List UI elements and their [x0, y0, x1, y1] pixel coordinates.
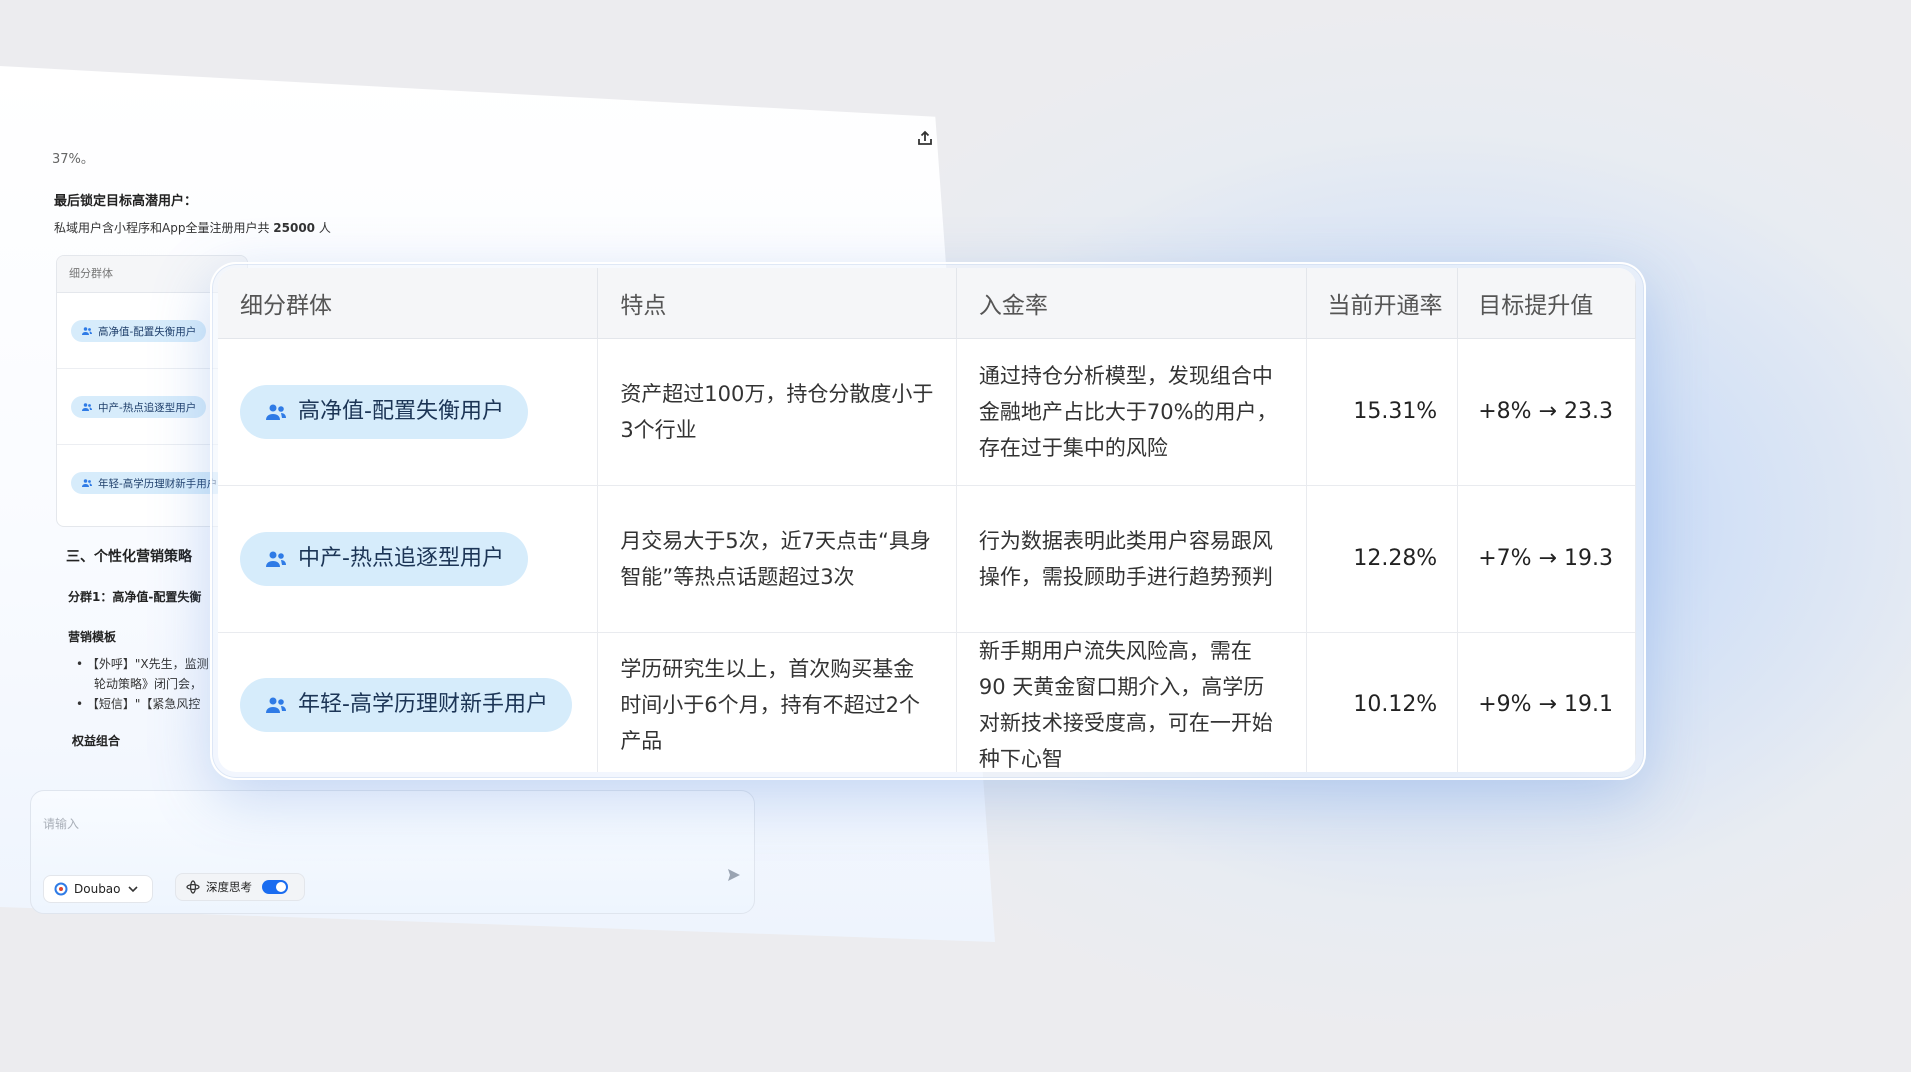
- group-cell: 年轻-高学历理财新手用户: [218, 632, 599, 772]
- chat-input[interactable]: 请输入 Doubao 深度思考: [30, 790, 755, 914]
- users-icon: [82, 327, 92, 335]
- list-item: • 【短信】"【紧急风控: [76, 697, 201, 711]
- doubao-logo-icon: [54, 882, 68, 896]
- group-tag[interactable]: 中产-热点追逐型用户: [240, 532, 528, 586]
- users-icon: [266, 697, 286, 713]
- list-item: • 【外呼】"X先生，监测: [76, 657, 209, 671]
- group-cell: 中产-热点追逐型用户: [218, 485, 599, 633]
- group-name: 中产-热点追逐型用户: [298, 546, 504, 571]
- group-tag[interactable]: 中产-热点追逐型用户: [71, 396, 207, 418]
- group-tag[interactable]: 年轻-高学历理财新手用户: [240, 678, 572, 732]
- template-label: 营销模板: [68, 630, 117, 644]
- col-header-group: 细分群体: [218, 268, 599, 339]
- users-icon: [82, 403, 92, 411]
- target-heading: 最后锁定目标高潜用户：: [54, 194, 198, 209]
- col-header-deposit: 入金率: [956, 268, 1308, 339]
- atom-icon: [186, 880, 200, 894]
- group-tag[interactable]: 高净值-配置失衡用户: [240, 385, 528, 439]
- target-cell: +8% → 23.3: [1457, 338, 1636, 486]
- equity-label: 权益组合: [72, 734, 121, 748]
- table-row: 年轻-高学历理财新手用户 学历研究生以上，首次购买基金时间小于6个月，持有不超过…: [218, 632, 1636, 772]
- deposit-cell: 行为数据表明此类用户容易跟风操作，需投顾助手进行趋势预判: [956, 485, 1308, 633]
- users-icon: [266, 551, 286, 567]
- group-cell: 高净值-配置失衡用户: [218, 338, 599, 486]
- feature-cell: 资产超过100万，持仓分散度小于3个行业: [597, 338, 957, 486]
- users-icon: [82, 479, 92, 487]
- list-item: 轮动策略》闭门会，: [94, 677, 203, 691]
- rate-cell: 15.31%: [1306, 338, 1459, 486]
- summary-line: 私域用户含小程序和App全量注册用户共 25000 人: [54, 221, 331, 235]
- subsection-title: 分群1：高净值-配置失衡: [68, 590, 202, 604]
- segment-table: 细分群体 特点 入金率 当前开通率 目标提升值 高净值-配置失衡用户 资产超过1…: [218, 268, 1636, 772]
- users-icon: [266, 404, 286, 420]
- feature-cell: 月交易大于5次，近7天点击“具身智能”等热点话题超过3次: [597, 485, 957, 633]
- deposit-cell: 通过持仓分析模型，发现组合中金融地产占比大于70%的用户，存在过于集中的风险: [956, 338, 1308, 486]
- table-row: 中产-热点追逐型用户 月交易大于5次，近7天点击“具身智能”等热点话题超过3次 …: [218, 485, 1636, 633]
- deep-think-toggle[interactable]: 深度思考: [175, 873, 305, 901]
- send-icon[interactable]: [726, 867, 742, 883]
- model-name: Doubao: [74, 882, 121, 896]
- group-tag[interactable]: 年轻-高学历理财新手用户: [71, 472, 228, 494]
- col-header-feature: 特点: [597, 268, 957, 339]
- group-tag[interactable]: 高净值-配置失衡用户: [71, 320, 207, 342]
- table-card: 细分群体 特点 入金率 当前开通率 目标提升值 高净值-配置失衡用户 资产超过1…: [218, 268, 1636, 772]
- bullet-list: • 【外呼】"X先生，监测 轮动策略》闭门会， • 【短信】"【紧急风控: [76, 654, 209, 714]
- group-name: 高净值-配置失衡用户: [298, 399, 504, 424]
- col-header-rate: 当前开通率: [1306, 268, 1459, 339]
- rate-cell: 12.28%: [1306, 485, 1459, 633]
- share-icon[interactable]: [915, 128, 935, 148]
- target-cell: +9% → 19.1: [1457, 632, 1636, 772]
- section-title: 三、个性化营销策略: [66, 549, 192, 565]
- table-header-row: 细分群体 特点 入金率 当前开通率 目标提升值: [218, 268, 1636, 339]
- feature-cell: 学历研究生以上，首次购买基金时间小于6个月，持有不超过2个产品: [597, 632, 957, 772]
- deposit-cell: 新手期用户流失风险高，需在 90 天黄金窗口期介入，高学历对新技术接受度高，可在…: [956, 632, 1308, 772]
- model-selector[interactable]: Doubao: [43, 875, 153, 903]
- faded-line: 37%。: [52, 152, 94, 167]
- target-cell: +7% → 19.3: [1457, 485, 1636, 633]
- rate-cell: 10.12%: [1306, 632, 1459, 772]
- deep-think-label: 深度思考: [206, 880, 252, 894]
- input-placeholder: 请输入: [43, 817, 80, 831]
- toggle-switch[interactable]: [262, 880, 288, 894]
- col-header-target: 目标提升值: [1457, 268, 1636, 339]
- table-row: 高净值-配置失衡用户 资产超过100万，持仓分散度小于3个行业 通过持仓分析模型…: [218, 338, 1636, 486]
- chevron-down-icon: [127, 886, 138, 893]
- group-name: 年轻-高学历理财新手用户: [298, 692, 548, 717]
